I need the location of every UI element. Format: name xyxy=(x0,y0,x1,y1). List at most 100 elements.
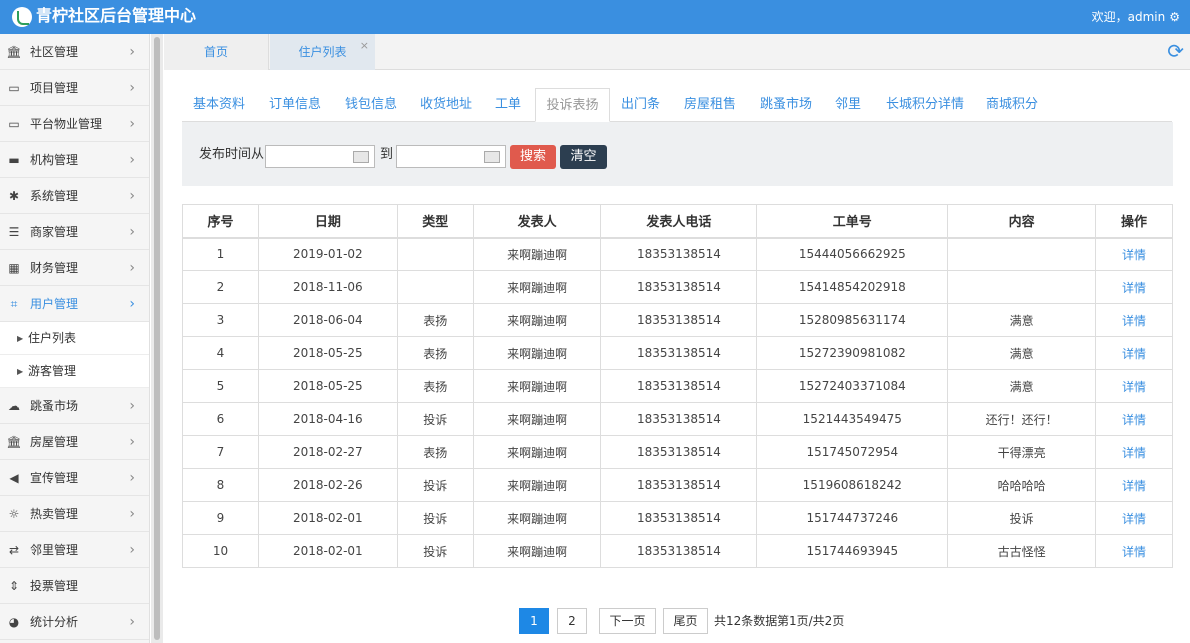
col-date: 日期 xyxy=(258,204,398,239)
cell-order-no: 1521443549475 xyxy=(756,402,949,436)
cell-type: 表扬 xyxy=(397,303,474,337)
detail-link[interactable]: 详情 xyxy=(1095,336,1173,370)
subtab-mall-points[interactable]: 商城积分 xyxy=(986,88,1038,122)
cloud-icon: ☁ xyxy=(8,399,20,413)
sidebar-item-hot-sale[interactable]: ☼ 热卖管理 › xyxy=(0,496,149,532)
chevron-right-icon: › xyxy=(129,80,135,96)
logo-icon xyxy=(12,7,32,27)
sidebar-scrollbar[interactable] xyxy=(151,34,163,643)
cell-content: 干得漂亮 xyxy=(947,435,1097,469)
cell-index: 6 xyxy=(182,402,259,436)
subtab-workorder[interactable]: 工单 xyxy=(495,88,521,122)
cell-type: 投诉 xyxy=(397,468,474,502)
sidebar-item-flea-market[interactable]: ☁ 跳蚤市场 › xyxy=(0,388,149,424)
subtab-address[interactable]: 收货地址 xyxy=(420,88,472,122)
cell-date: 2018-02-27 xyxy=(258,435,398,469)
user-menu[interactable]: 欢迎，admin ⚙ xyxy=(1092,9,1180,25)
date-from-input[interactable] xyxy=(265,145,375,168)
detail-link[interactable]: 详情 xyxy=(1095,237,1173,271)
stripe-icon: ▬ xyxy=(8,153,20,167)
cell-date: 2018-06-04 xyxy=(258,303,398,337)
last-page-button[interactable]: 尾页 xyxy=(663,608,708,634)
subtab-flea-market[interactable]: 跳蚤市场 xyxy=(760,88,812,122)
detail-link[interactable]: 详情 xyxy=(1095,468,1173,502)
detail-link[interactable]: 详情 xyxy=(1095,369,1173,403)
page-button-1[interactable]: 1 xyxy=(519,608,549,634)
sidebar-item-neighbor[interactable]: ⇄ 邻里管理 › xyxy=(0,532,149,568)
sidebar-subitem-residents[interactable]: ▶ 住户列表 xyxy=(0,322,149,355)
sidebar-item-finance[interactable]: ▦ 财务管理 › xyxy=(0,250,149,286)
bank-icon: 🏛 xyxy=(6,435,22,449)
col-author: 发表人 xyxy=(473,204,602,239)
detail-link[interactable]: 详情 xyxy=(1095,402,1173,436)
sidebar-item-org[interactable]: ▬ 机构管理 › xyxy=(0,142,149,178)
cell-date: 2018-05-25 xyxy=(258,336,398,370)
search-button[interactable]: 搜索 xyxy=(510,145,556,169)
subtab-basic[interactable]: 基本资料 xyxy=(193,88,245,122)
table-row: 7 2018-02-27 表扬 来啊蹦迪啊 18353138514 15174507295… xyxy=(182,435,1173,469)
date-to-input[interactable] xyxy=(396,145,506,168)
chevron-right-icon: › xyxy=(129,542,135,558)
sidebar-item-housing[interactable]: 🏛 房屋管理 › xyxy=(0,424,149,460)
app-title: 青柠社区后台管理中心 xyxy=(36,6,197,25)
subtab-wallet[interactable]: 钱包信息 xyxy=(345,88,397,122)
cell-phone: 18353138514 xyxy=(600,303,758,337)
cell-order-no: 15280985631174 xyxy=(756,303,949,337)
col-content: 内容 xyxy=(947,204,1097,239)
detail-link[interactable]: 详情 xyxy=(1095,303,1173,337)
chevron-right-icon: › xyxy=(129,116,135,132)
sidebar-item-vote[interactable]: ⇕ 投票管理 xyxy=(0,568,149,604)
welcome-text: 欢迎，admin xyxy=(1091,10,1166,24)
tab-home[interactable]: 首页 xyxy=(164,34,269,70)
table-row: 4 2018-05-25 表扬 来啊蹦迪啊 18353138514 15272390981… xyxy=(182,336,1173,370)
detail-link[interactable]: 详情 xyxy=(1095,270,1173,304)
page-button-2[interactable]: 2 xyxy=(557,608,587,634)
sidebar-item-promotion[interactable]: ◀ 宣传管理 › xyxy=(0,460,149,496)
sidebar-item-project[interactable]: ▭ 项目管理 › xyxy=(0,70,149,106)
sidebar-item-users[interactable]: ⌗ 用户管理 › xyxy=(0,286,149,322)
close-icon[interactable]: × xyxy=(360,28,369,64)
refresh-icon[interactable]: ⟳ xyxy=(1167,40,1184,62)
from-label: 发布时间从 xyxy=(199,147,265,162)
calendar-icon[interactable] xyxy=(484,151,500,163)
cell-type xyxy=(397,270,474,304)
cell-index: 2 xyxy=(182,270,259,304)
subtab-rental[interactable]: 房屋租售 xyxy=(684,88,736,122)
chevron-right-icon: › xyxy=(129,434,135,450)
sidebar-item-system[interactable]: ✱ 系统管理 › xyxy=(0,178,149,214)
detail-link[interactable]: 详情 xyxy=(1095,534,1173,568)
table-row: 2 2018-11-06 来啊蹦迪啊 18353138514 1541485420291… xyxy=(182,270,1173,304)
cell-date: 2018-05-25 xyxy=(258,369,398,403)
sidebar-item-property[interactable]: ▭ 平台物业管理 › xyxy=(0,106,149,142)
sidebar-item-merchant[interactable]: ☰ 商家管理 › xyxy=(0,214,149,250)
chevron-right-icon: › xyxy=(129,506,135,522)
subtab-exit-pass[interactable]: 出门条 xyxy=(621,88,660,122)
cell-date: 2019-01-02 xyxy=(258,237,398,271)
pie-icon: ◕ xyxy=(8,615,20,629)
next-page-button[interactable]: 下一页 xyxy=(599,608,656,634)
detail-link[interactable]: 详情 xyxy=(1095,501,1173,535)
chevron-right-icon: › xyxy=(129,152,135,168)
cell-content: 满意 xyxy=(947,336,1097,370)
gear-icon[interactable]: ⚙ xyxy=(1169,9,1180,25)
page-tab-bar: 首页 住户列表 × ⟳ xyxy=(164,34,1190,70)
subtab-neighbor[interactable]: 邻里 xyxy=(835,88,861,122)
scroll-thumb[interactable] xyxy=(154,37,160,640)
tab-resident-list[interactable]: 住户列表 × xyxy=(270,34,375,70)
table-row: 5 2018-05-25 表扬 来啊蹦迪啊 18353138514 15272403371… xyxy=(182,369,1173,403)
cell-phone: 18353138514 xyxy=(600,501,758,535)
cell-order-no: 15272403371084 xyxy=(756,369,949,403)
subtab-orders[interactable]: 订单信息 xyxy=(269,88,321,122)
sidebar-item-stats[interactable]: ◕ 统计分析 › xyxy=(0,604,149,640)
detail-link[interactable]: 详情 xyxy=(1095,435,1173,469)
tab-label: 住户列表 xyxy=(298,45,347,59)
clear-button[interactable]: 清空 xyxy=(560,145,607,169)
cell-author: 来啊蹦迪啊 xyxy=(473,534,602,568)
bank-icon: 🏛 xyxy=(6,45,22,59)
subtab-complaints[interactable]: 投诉表扬 xyxy=(535,88,610,122)
sidebar-subitem-visitors[interactable]: ▶ 游客管理 xyxy=(0,355,149,388)
monitor-icon: ▭ xyxy=(8,117,20,131)
subtab-great-wall-points[interactable]: 长城积分详情 xyxy=(886,88,964,122)
calendar-icon[interactable] xyxy=(353,151,369,163)
sidebar-item-community[interactable]: 🏛 社区管理 › xyxy=(0,34,149,70)
